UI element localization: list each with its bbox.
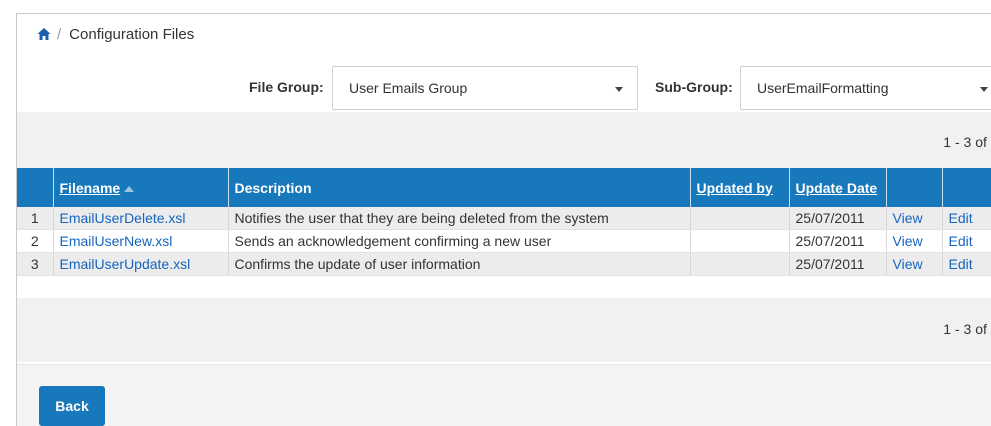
breadcrumb: / Configuration Files [17,14,991,54]
header-filename-label[interactable]: Filename [60,180,121,196]
header-filename[interactable]: Filename [53,168,229,207]
sub-group-value: UserEmailFormatting [757,80,889,96]
view-link[interactable]: View [886,207,943,230]
back-button[interactable]: Back [39,386,105,426]
filter-bar: File Group: User Emails Group Sub-Group:… [17,66,991,112]
home-icon[interactable] [37,27,51,41]
chevron-down-icon [615,87,623,92]
view-link[interactable]: View [886,252,943,276]
header-edit [942,168,991,207]
filename-link[interactable]: EmailUserDelete.xsl [53,207,229,230]
header-updated-by-label[interactable]: Updated by [697,180,773,196]
breadcrumb-separator: / [57,25,62,43]
updated-by-cell [690,229,790,253]
files-table: Filename Description Updated by Update D… [17,168,991,276]
table-row: 2 EmailUserNew.xsl Sends an acknowledgem… [17,229,991,253]
row-number: 2 [17,229,54,253]
chevron-down-icon [980,87,988,92]
header-updated-by[interactable]: Updated by [690,168,790,207]
edit-link[interactable]: Edit [942,252,991,276]
view-link[interactable]: View [886,229,943,253]
table-row: 1 EmailUserDelete.xsl Notifies the user … [17,207,991,230]
pagination-bar-bottom: 1 - 3 of 3 Files [17,298,991,362]
update-date-cell: 25/07/2011 [789,229,887,253]
breadcrumb-current: Configuration Files [69,25,195,43]
description-cell: Notifies the user that they are being de… [228,207,691,230]
table-header-row: Filename Description Updated by Update D… [17,168,991,207]
header-update-date[interactable]: Update Date [789,168,887,207]
footer-bar [17,364,991,426]
table-row: 3 EmailUserUpdate.xsl Confirms the updat… [17,252,991,276]
row-number: 1 [17,207,54,230]
update-date-cell: 25/07/2011 [789,252,887,276]
filename-link[interactable]: EmailUserNew.xsl [53,229,229,253]
file-group-value: User Emails Group [349,80,468,96]
sub-group-select[interactable]: UserEmailFormatting [740,66,991,110]
main-panel: / Configuration Files File Group: User E… [16,13,991,426]
header-update-date-label[interactable]: Update Date [796,180,878,196]
header-num [17,168,54,207]
description-cell: Sends an acknowledgement confirming a ne… [228,229,691,253]
pagination-count-top: 1 - 3 of 3 Files [943,134,991,150]
edit-link[interactable]: Edit [942,229,991,253]
sub-group-label: Sub-Group: [655,79,733,95]
edit-link[interactable]: Edit [942,207,991,230]
filename-link[interactable]: EmailUserUpdate.xsl [53,252,229,276]
description-cell: Confirms the update of user information [228,252,691,276]
updated-by-cell [690,207,790,230]
file-group-select[interactable]: User Emails Group [332,66,638,110]
pagination-count-bottom: 1 - 3 of 3 Files [943,321,991,337]
pagination-bar-top: 1 - 3 of 3 Files [17,112,991,168]
updated-by-cell [690,252,790,276]
update-date-cell: 25/07/2011 [789,207,887,230]
file-group-label: File Group: [249,79,324,95]
header-description: Description [228,168,691,207]
row-number: 3 [17,252,54,276]
header-view [886,168,943,207]
sort-ascending-icon [124,185,135,192]
